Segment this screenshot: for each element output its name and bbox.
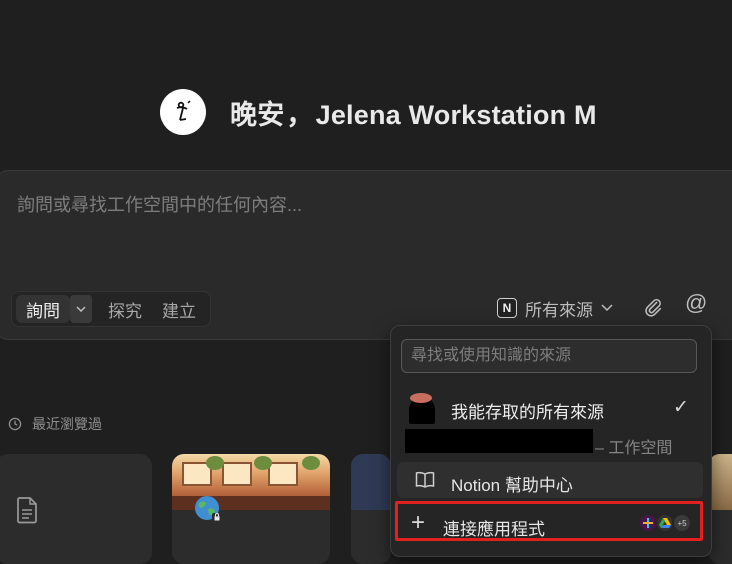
menu-item-connect-apps[interactable]: + 連接應用程式 +5	[397, 506, 703, 542]
document-icon	[17, 497, 37, 524]
plus-icon: +	[411, 509, 426, 536]
recent-page-card[interactable]	[0, 454, 152, 564]
recently-viewed-heading: 最近瀏覽過	[8, 414, 102, 434]
avatar-sketch-icon	[176, 100, 191, 121]
help-center-label: Notion 幫助中心	[451, 476, 573, 495]
notion-logo-icon: N	[497, 298, 517, 318]
recently-viewed-label: 最近瀏覽過	[32, 416, 102, 432]
menu-item-help-center[interactable]: Notion 幫助中心	[397, 462, 703, 498]
source-search-input[interactable]	[401, 339, 697, 373]
workspace-suffix: – 工作空間	[595, 440, 673, 457]
mode-research-tab[interactable]: 探究	[98, 295, 152, 323]
connect-apps-label: 連接應用程式	[443, 520, 545, 539]
cover-plant	[254, 456, 272, 470]
user-avatar[interactable]	[160, 89, 206, 135]
mode-build-tab[interactable]: 建立	[152, 295, 206, 323]
mode-ask-tab[interactable]: 詢問	[16, 295, 70, 323]
book-icon	[415, 471, 435, 488]
ai-composer: 詢問或尋找工作空間中的任何內容... 詢問 探究 建立 N 所有來源 @	[0, 170, 732, 340]
globe-page-icon	[195, 496, 222, 523]
greeting-separator: ，	[286, 99, 314, 130]
cover-window	[268, 462, 298, 486]
composer-input[interactable]: 詢問或尋找工作空間中的任何內容...	[17, 191, 302, 217]
source-menu: 我能存取的所有來源 ✓ – 工作空間 Notion 幫助中心 + 連接應用程式 …	[390, 325, 712, 557]
greeting-word: 晚安	[230, 99, 285, 130]
mode-switcher: 詢問 探究 建立	[11, 291, 211, 327]
chevron-down-icon	[601, 304, 613, 312]
page-cover-image	[351, 454, 391, 510]
attach-icon[interactable]	[642, 296, 664, 318]
chevron-down-icon	[76, 306, 86, 312]
clock-icon	[8, 417, 22, 431]
mention-icon[interactable]: @	[685, 290, 707, 316]
source-selector[interactable]: N 所有來源	[497, 295, 613, 321]
recent-page-card[interactable]	[351, 454, 391, 564]
checkmark-icon: ✓	[673, 397, 689, 418]
cover-plant	[206, 456, 224, 470]
cover-window	[222, 462, 252, 486]
menu-item-workspace[interactable]: – 工作空間	[397, 428, 703, 457]
connected-apps-stack: +5	[638, 513, 692, 533]
menu-item-all-sources[interactable]: 我能存取的所有來源 ✓	[397, 392, 703, 424]
cover-plant	[302, 456, 320, 470]
greeting-header: 晚安，Jelena Workstation M	[160, 88, 597, 136]
more-apps-count: +5	[672, 513, 692, 533]
source-selector-label: 所有來源	[525, 300, 593, 320]
workspace-name: Jelena Workstation M	[315, 99, 597, 130]
all-sources-label: 我能存取的所有來源	[451, 403, 604, 422]
redacted-workspace-name	[405, 429, 593, 453]
mode-dropdown-button[interactable]	[70, 295, 92, 323]
source-avatar-icon	[409, 393, 435, 424]
greeting-text: 晚安，Jelena Workstation M	[230, 93, 597, 132]
